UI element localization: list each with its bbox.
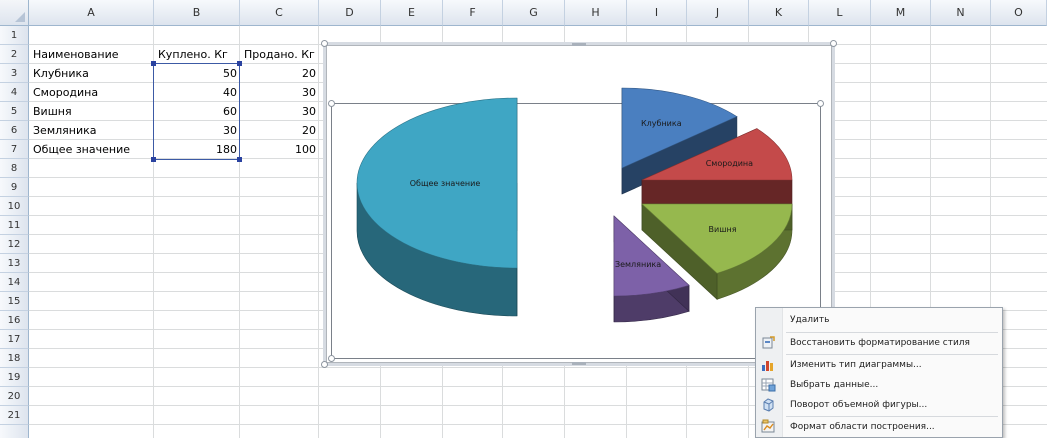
row-header-5[interactable]: 5 — [0, 102, 29, 121]
3d-rotation-icon — [763, 398, 774, 412]
column-header-a[interactable]: A — [29, 0, 154, 26]
column-header-o[interactable]: O — [991, 0, 1047, 26]
pie-label-wild-strawberry: Земляника — [615, 260, 661, 269]
menu-item-reset-style[interactable]: Восстановить форматирование стиля — [756, 333, 1002, 353]
range-handle-bottom-right[interactable] — [237, 157, 242, 162]
menu-item-change-chart-type[interactable]: Изменить тип диаграммы... — [756, 355, 1002, 375]
menu-item-select-data[interactable]: Выбрать данные... — [756, 375, 1002, 395]
pie-label-currant: Смородина — [706, 159, 753, 168]
menu-item-delete[interactable]: Удалить — [756, 310, 1002, 330]
row-header-22-partial[interactable] — [0, 425, 29, 438]
menu-item-3d-rotation-label: Поворот объемной фигуры... — [790, 400, 928, 410]
column-headers: A B C D E F G H I J K L M N O — [0, 0, 1047, 26]
range-handle-top-right[interactable] — [237, 61, 242, 66]
column-header-l[interactable]: L — [809, 0, 871, 26]
row-header-10[interactable]: 10 — [0, 197, 29, 216]
column-header-e[interactable]: E — [381, 0, 443, 26]
row-header-14[interactable]: 14 — [0, 273, 29, 292]
range-handle-bottom-left[interactable] — [151, 157, 156, 162]
pie-label-cherry: Вишня — [709, 225, 737, 234]
format-plot-area-icon — [761, 419, 775, 433]
row-header-17[interactable]: 17 — [0, 330, 29, 349]
menu-item-change-chart-type-label: Изменить тип диаграммы... — [790, 360, 922, 370]
cell-a5[interactable]: Вишня — [29, 102, 154, 121]
menu-item-reset-style-label: Восстановить форматирование стиля — [790, 338, 970, 348]
column-header-j[interactable]: J — [687, 0, 749, 26]
spreadsheet[interactable]: A B C D E F G H I J K L M N O 1 2 3 4 5 … — [0, 0, 1047, 438]
row-header-7[interactable]: 7 — [0, 140, 29, 159]
column-header-n[interactable]: N — [931, 0, 991, 26]
cell-c6[interactable]: 20 — [240, 121, 319, 140]
menu-item-format-plot-area-label: Формат области построения... — [790, 422, 935, 432]
cell-b4[interactable]: 40 — [154, 83, 240, 102]
column-header-c[interactable]: C — [240, 0, 319, 26]
menu-item-3d-rotation[interactable]: Поворот объемной фигуры... — [756, 395, 1002, 415]
pie-label-strawberry: Клубника — [641, 119, 682, 128]
menu-item-format-plot-area[interactable]: Формат области построения... — [756, 417, 1002, 437]
column-header-g[interactable]: G — [503, 0, 565, 26]
row-header-6[interactable]: 6 — [0, 121, 29, 140]
row-header-4[interactable]: 4 — [0, 83, 29, 102]
chart-resize-handle-bottom-left[interactable] — [321, 361, 328, 368]
reset-style-icon — [762, 336, 775, 349]
cell-b3[interactable]: 50 — [154, 64, 240, 83]
chart-type-icon — [762, 361, 773, 371]
menu-item-select-data-label: Выбрать данные... — [790, 380, 879, 390]
cell-b6[interactable]: 30 — [154, 121, 240, 140]
row-header-19[interactable]: 19 — [0, 368, 29, 387]
cell-a6[interactable]: Земляника — [29, 121, 154, 140]
pie-slice-total[interactable] — [356, 97, 518, 317]
row-header-12[interactable]: 12 — [0, 235, 29, 254]
menu-item-delete-label: Удалить — [790, 315, 830, 325]
select-data-icon — [761, 378, 776, 392]
row-header-8[interactable]: 8 — [0, 159, 29, 178]
cell-c5[interactable]: 30 — [240, 102, 319, 121]
row-header-9[interactable]: 9 — [0, 178, 29, 197]
row-header-21[interactable]: 21 — [0, 406, 29, 425]
cell-c4[interactable]: 30 — [240, 83, 319, 102]
column-header-f[interactable]: F — [443, 0, 503, 26]
range-handle-top-left[interactable] — [151, 61, 156, 66]
row-header-16[interactable]: 16 — [0, 311, 29, 330]
cell-b2[interactable]: Куплено. Кг — [154, 45, 240, 64]
row-header-18[interactable]: 18 — [0, 349, 29, 368]
context-menu: Удалить Восстановить форматирование стил… — [755, 307, 1003, 438]
row-header-2[interactable]: 2 — [0, 45, 29, 64]
row-header-1[interactable]: 1 — [0, 26, 29, 45]
column-header-k[interactable]: K — [749, 0, 809, 26]
cell-c3[interactable]: 20 — [240, 64, 319, 83]
column-header-b[interactable]: B — [154, 0, 240, 26]
cell-a2[interactable]: Наименование — [29, 45, 154, 64]
column-header-h[interactable]: H — [565, 0, 627, 26]
row-header-13[interactable]: 13 — [0, 254, 29, 273]
column-header-d[interactable]: D — [319, 0, 381, 26]
chart-resize-handle-top-right[interactable] — [830, 40, 837, 47]
row-header-3[interactable]: 3 — [0, 64, 29, 83]
pie-label-total: Общее значение — [410, 179, 481, 188]
row-header-20[interactable]: 20 — [0, 387, 29, 406]
cell-c7[interactable]: 100 — [240, 140, 319, 159]
cell-b5[interactable]: 60 — [154, 102, 240, 121]
column-header-m[interactable]: M — [871, 0, 931, 26]
cell-a3[interactable]: Клубника — [29, 64, 154, 83]
row-header-15[interactable]: 15 — [0, 292, 29, 311]
cell-a4[interactable]: Смородина — [29, 83, 154, 102]
column-header-i[interactable]: I — [627, 0, 687, 26]
cell-a7[interactable]: Общее значение — [29, 140, 154, 159]
select-all-corner[interactable] — [0, 0, 29, 26]
chart-resize-grip-bottom[interactable] — [572, 362, 586, 365]
cell-b7[interactable]: 180 — [154, 140, 240, 159]
row-header-11[interactable]: 11 — [0, 216, 29, 235]
cell-c2[interactable]: Продано. Кг — [240, 45, 319, 64]
